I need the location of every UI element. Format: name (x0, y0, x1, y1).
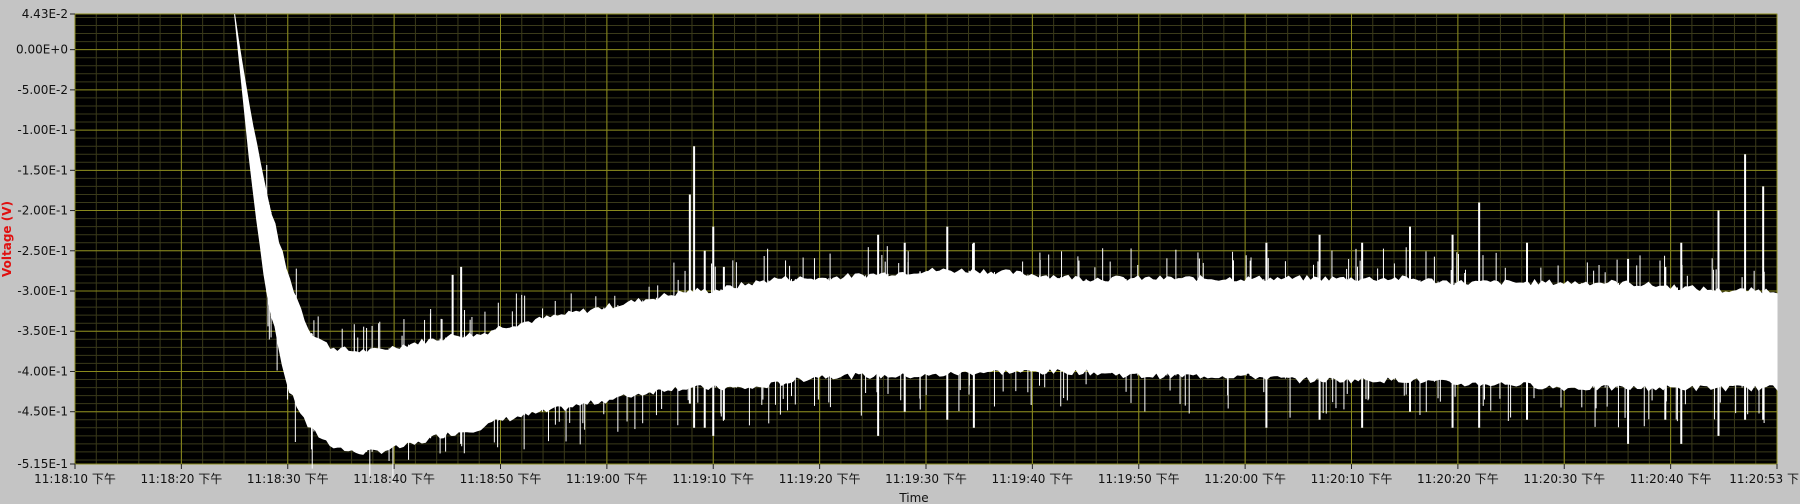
x-tick-label: 11:20:10 下午 (1311, 472, 1393, 486)
x-tick-label: 11:18:50 下午 (460, 472, 542, 486)
x-tick-label: 11:20:40 下午 (1630, 472, 1712, 486)
x-tick-label: 11:18:30 下午 (247, 472, 329, 486)
x-tick-label: 11:20:30 下午 (1523, 472, 1605, 486)
y-tick-label: 0.00E+0 (16, 43, 68, 57)
chart-panel: 4.43E-2 0.00E+0 -5.00E-2 -1.00E-1 -1.50E-1 -2… (0, 0, 1800, 504)
x-tick-label: 11:19:40 下午 (992, 472, 1074, 486)
x-tick-label: 11:18:10 下午 (34, 472, 116, 486)
waveform-chart: 4.43E-2 0.00E+0 -5.00E-2 -1.00E-1 -1.50E-1 -2… (0, 7, 1799, 504)
x-tick-label: 11:20:20 下午 (1417, 472, 1499, 486)
y-tick-label: -1.00E-1 (17, 123, 68, 137)
x-tick-label: 11:19:50 下午 (1098, 472, 1180, 486)
x-tick-label: 11:18:20 下午 (141, 472, 223, 486)
y-tick-label: -3.00E-1 (17, 284, 68, 298)
x-tick-label: 11:19:00 下午 (566, 472, 648, 486)
x-axis: 11:18:10 下午 11:18:20 下午 11:18:30 下午 11:18:4… (34, 464, 1799, 486)
y-tick-label: -5.15E-1 (17, 457, 68, 471)
y-tick-label: 4.43E-2 (22, 7, 68, 21)
x-tick-label: 11:19:10 下午 (672, 472, 754, 486)
y-tick-label: -3.50E-1 (17, 324, 68, 338)
y-tick-label: -5.00E-2 (17, 83, 68, 97)
y-tick-label: -4.00E-1 (17, 364, 68, 378)
x-tick-label: 11:19:20 下午 (779, 472, 861, 486)
x-axis-title: Time (898, 491, 928, 504)
x-tick-label: 11:19:30 下午 (885, 472, 967, 486)
y-axis-title: Voltage (V) (0, 201, 14, 277)
y-tick-label: -2.00E-1 (17, 204, 68, 218)
y-tick-label: -4.50E-1 (17, 405, 68, 419)
y-tick-label: -1.50E-1 (17, 163, 68, 177)
x-tick-label: 11:18:40 下午 (353, 472, 435, 486)
y-tick-label: -2.50E-1 (17, 244, 68, 258)
x-tick-label: 11:20:53 下 (1729, 472, 1799, 486)
y-axis: 4.43E-2 0.00E+0 -5.00E-2 -1.00E-1 -1.50E-1 -2… (16, 7, 75, 471)
x-tick-label: 11:20:00 下午 (1204, 472, 1286, 486)
